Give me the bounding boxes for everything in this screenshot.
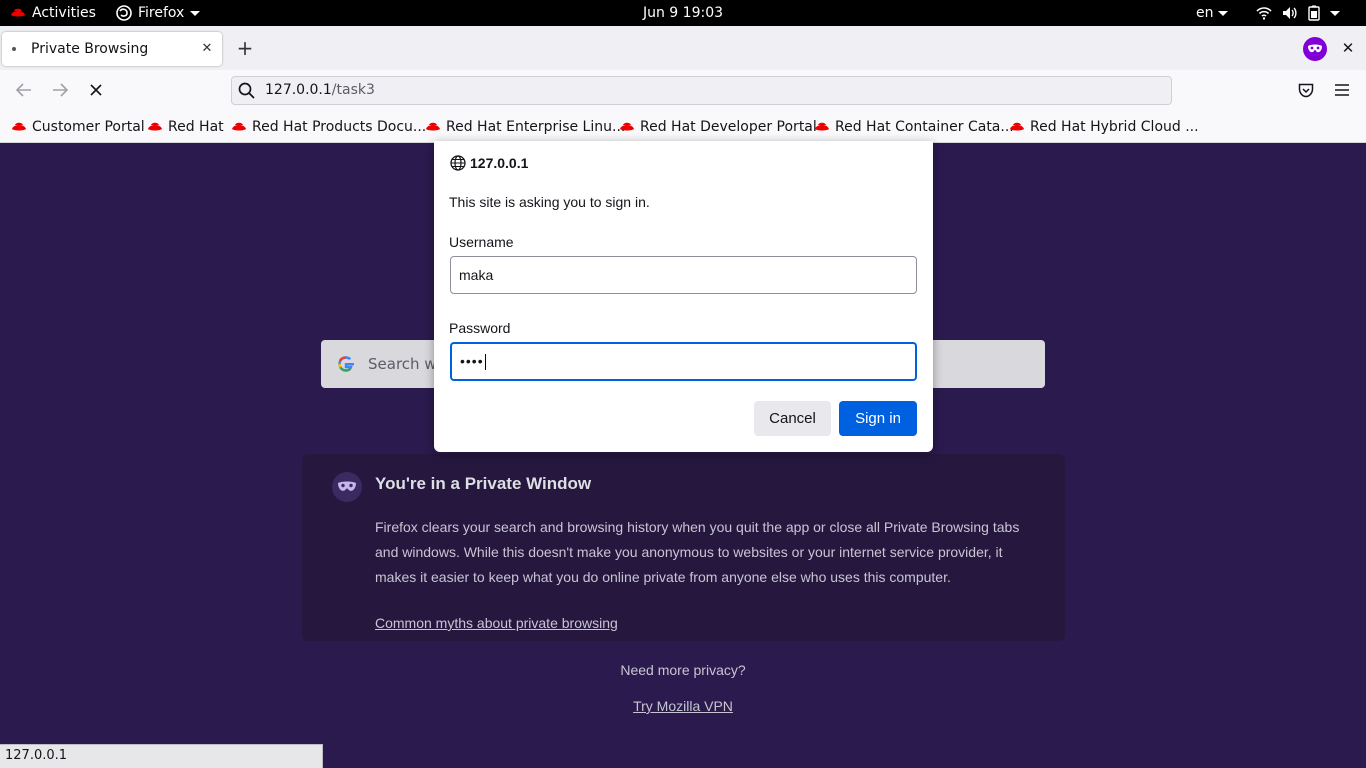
system-tray[interactable] — [1256, 0, 1340, 26]
password-label: Password — [449, 320, 511, 336]
google-icon — [338, 356, 354, 372]
username-field[interactable]: maka — [450, 256, 917, 294]
mozilla-vpn-link[interactable]: Try Mozilla VPN — [633, 698, 733, 714]
arrow-right-icon — [53, 83, 68, 97]
redhat-icon — [620, 122, 634, 130]
private-window-description: Firefox clears your search and browsing … — [375, 519, 1020, 585]
bookmark-label: Red Hat Hybrid Cloud ... — [1030, 118, 1199, 135]
tab-close-icon[interactable]: ✕ — [198, 40, 216, 58]
search-icon — [238, 82, 255, 99]
battery-icon — [1308, 5, 1320, 21]
bookmarks-toolbar: Customer Portal Red Hat Red Hat Products… — [0, 110, 1366, 143]
activities-button[interactable]: Activities — [10, 0, 96, 26]
private-myths-link[interactable]: Common myths about private browsing — [375, 615, 618, 631]
private-mask-icon — [332, 472, 362, 502]
more-privacy-text: Need more privacy? — [620, 662, 746, 678]
url-host: 127.0.0.1 — [265, 82, 332, 98]
system-top-bar: Activities Firefox Jun 9 19:03 en — [0, 0, 1366, 26]
status-bar: 127.0.0.1 — [0, 744, 323, 768]
language-label: en — [1196, 5, 1214, 21]
redhat-icon — [232, 122, 246, 130]
redhat-icon — [1010, 122, 1024, 130]
app-menu[interactable]: Firefox — [116, 0, 201, 26]
private-window-info: You're in a Private Window Firefox clear… — [302, 454, 1065, 641]
language-selector[interactable]: en — [1196, 0, 1228, 26]
stop-button[interactable] — [85, 79, 107, 101]
chevron-down-icon — [1330, 10, 1340, 16]
username-value: maka — [459, 267, 494, 283]
globe-icon — [450, 155, 466, 171]
hamburger-menu-icon — [1335, 84, 1349, 96]
clock[interactable]: Jun 9 19:03 — [643, 5, 723, 21]
username-label: Username — [449, 234, 514, 250]
url-bar[interactable]: 127.0.0.1/task3 — [231, 76, 1172, 105]
bookmark-label: Red Hat Products Docu... — [252, 118, 427, 135]
dialog-message: This site is asking you to sign in. — [449, 194, 650, 210]
private-browsing-icon — [1303, 37, 1327, 61]
bookmark-red-hat[interactable]: Red Hat — [147, 110, 224, 143]
bookmark-label: Red Hat Enterprise Linu... — [446, 118, 626, 135]
bookmark-label: Customer Portal — [32, 118, 145, 135]
app-menu-button[interactable] — [1331, 79, 1353, 101]
firefox-icon — [116, 5, 132, 21]
window-close-button[interactable]: ✕ — [1338, 37, 1358, 59]
forward-button[interactable] — [49, 79, 71, 101]
redhat-logo-icon — [11, 8, 25, 17]
pocket-button[interactable] — [1295, 79, 1317, 101]
redhat-icon — [148, 122, 162, 130]
tab-strip: Private Browsing ✕ + ✕ — [0, 26, 1366, 70]
password-field[interactable]: •••• — [450, 342, 917, 381]
password-value: •••• — [460, 353, 484, 369]
stop-icon — [90, 84, 102, 96]
redhat-icon — [426, 122, 440, 130]
bookmark-label: Red Hat Container Cata... — [835, 118, 1014, 135]
activities-label: Activities — [32, 5, 96, 21]
redhat-icon — [815, 122, 829, 130]
text-cursor — [484, 354, 486, 371]
tab-private-browsing[interactable]: Private Browsing ✕ — [2, 32, 222, 66]
arrow-left-icon — [16, 83, 31, 97]
private-window-title: You're in a Private Window — [375, 474, 592, 493]
bookmark-customer-portal[interactable]: Customer Portal — [11, 110, 145, 143]
bookmark-container-catalog[interactable]: Red Hat Container Cata... — [814, 110, 1014, 143]
redhat-icon — [12, 122, 26, 130]
sign-in-button[interactable]: Sign in — [839, 401, 917, 436]
bookmark-products-docs[interactable]: Red Hat Products Docu... — [231, 110, 426, 143]
back-button[interactable] — [13, 79, 35, 101]
chevron-down-icon — [190, 10, 201, 16]
loading-dot-icon — [12, 47, 16, 51]
cancel-button[interactable]: Cancel — [754, 401, 831, 436]
dialog-origin: 127.0.0.1 — [450, 155, 528, 171]
new-tab-button[interactable]: + — [234, 37, 256, 59]
pocket-icon — [1298, 83, 1314, 97]
tab-title: Private Browsing — [31, 41, 149, 57]
chevron-down-icon — [1217, 10, 1228, 16]
bookmark-enterprise-linux[interactable]: Red Hat Enterprise Linu... — [425, 110, 625, 143]
wifi-icon — [1256, 7, 1272, 20]
dialog-origin-label: 127.0.0.1 — [470, 155, 529, 171]
navigation-bar: 127.0.0.1/task3 — [0, 70, 1366, 110]
volume-icon — [1283, 7, 1297, 19]
auth-dialog: 127.0.0.1 This site is asking you to sig… — [434, 141, 933, 452]
app-menu-label: Firefox — [138, 5, 185, 21]
bookmark-hybrid-cloud[interactable]: Red Hat Hybrid Cloud ... — [1009, 110, 1199, 143]
bookmark-label: Red Hat — [168, 118, 224, 135]
url-text: 127.0.0.1/task3 — [265, 77, 375, 104]
bookmark-label: Red Hat Developer Portal — [640, 118, 817, 135]
url-path: /task3 — [331, 82, 375, 98]
bookmark-developer-portal[interactable]: Red Hat Developer Portal — [619, 110, 817, 143]
